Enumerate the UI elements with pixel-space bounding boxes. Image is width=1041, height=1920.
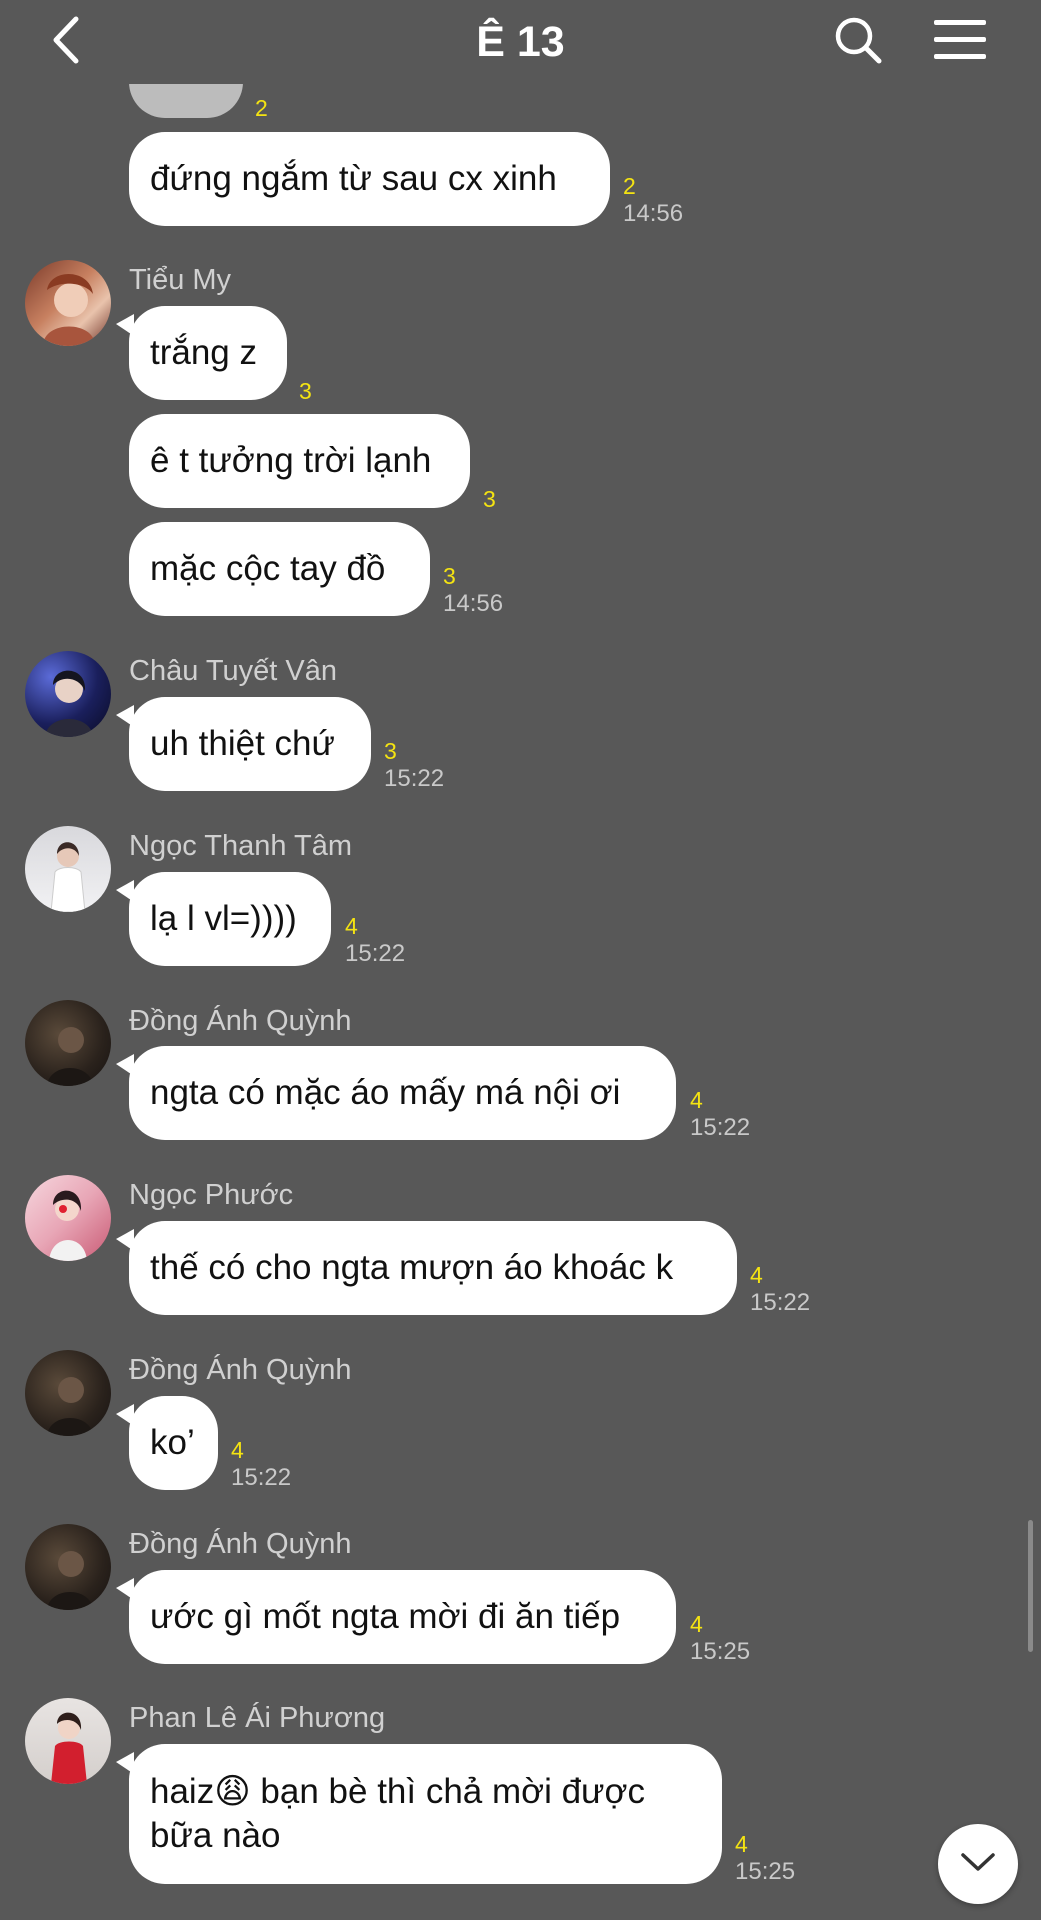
message-meta: 2 (255, 95, 268, 122)
bubble-tail (116, 1578, 134, 1600)
message-bubble[interactable]: haiz😩 bạn bè thì chả mời được bữa nào (116, 1744, 722, 1884)
read-count: 4 (735, 1831, 748, 1857)
bubble-tail (116, 880, 134, 902)
avatar[interactable] (25, 651, 111, 737)
message-text: mặc cộc tay đồ (150, 549, 386, 588)
message-time: 15:22 (750, 1289, 811, 1316)
message-time: 14:56 (443, 590, 504, 617)
message-meta: 4 15:22 (345, 913, 405, 968)
read-count: 4 (690, 1611, 703, 1637)
avatar[interactable] (25, 826, 111, 912)
message-time: 15:22 (384, 765, 445, 792)
scrollbar[interactable] (1028, 1520, 1033, 1652)
message-meta: 3 15:22 (384, 738, 444, 793)
message-meta: 3 14:56 (443, 563, 503, 618)
message-meta: 4 15:25 (735, 1831, 795, 1886)
bubble-tail (116, 1404, 134, 1426)
avatar[interactable] (25, 1698, 111, 1784)
search-icon (833, 15, 883, 70)
sender-name: Ngọc Phước (129, 1179, 294, 1211)
sender-name: Tiểu My (129, 264, 232, 296)
avatar[interactable] (25, 1175, 111, 1261)
sender-name: Đồng Ánh Quỳnh (129, 1528, 352, 1560)
message-time: 15:22 (345, 940, 406, 967)
sender-name: Đồng Ánh Quỳnh (129, 1005, 352, 1037)
read-count: 3 (483, 486, 496, 512)
message-time: 15:22 (231, 1464, 292, 1491)
sender-name: Ngọc Thanh Tâm (129, 830, 352, 862)
message-bubble[interactable]: lạ l vl=)))) (116, 872, 331, 966)
message-meta: 4 15:22 (231, 1437, 291, 1492)
message-text: haiz😩 bạn bè thì chả mời được bữa nào (150, 1772, 645, 1855)
message-time: 15:25 (690, 1638, 751, 1665)
avatar[interactable] (25, 1350, 111, 1436)
message-time: 15:25 (735, 1858, 796, 1885)
bubble-tail (116, 705, 134, 727)
message-text: ước gì mốt ngta mời đi ăn tiếp (150, 1597, 621, 1636)
bubble-tail (116, 1229, 134, 1251)
message-text: trắng z (150, 333, 257, 372)
menu-button[interactable] (930, 12, 990, 72)
bubble-tail (116, 1752, 134, 1774)
menu-icon (934, 18, 986, 67)
message-meta: 4 15:25 (690, 1611, 750, 1666)
message-meta: 4 15:22 (750, 1262, 810, 1317)
message-meta: 3 (483, 486, 496, 513)
message-time: 15:22 (690, 1114, 751, 1141)
sender-name: Phan Lê Ái Phương (129, 1702, 386, 1734)
read-count: 3 (384, 738, 397, 764)
read-count: 3 (299, 378, 312, 404)
message-bubble[interactable]: mặc cộc tay đồ (129, 522, 430, 616)
chevron-down-icon (960, 1851, 996, 1878)
message-bubble[interactable]: ngta có mặc áo mấy má nội ơi (116, 1046, 676, 1140)
message-bubble[interactable]: ước gì mốt ngta mời đi ăn tiếp (116, 1570, 676, 1664)
message-bubble[interactable]: đứng ngắm từ sau cx xinh (129, 132, 610, 226)
read-count: 4 (345, 913, 358, 939)
bubble-tail (116, 1054, 134, 1076)
read-count: 2 (255, 95, 268, 121)
read-count: 4 (231, 1437, 244, 1463)
sender-name: Đồng Ánh Quỳnh (129, 1354, 352, 1386)
message-meta: 3 (299, 378, 312, 405)
bubble-tail (116, 314, 134, 336)
read-count: 3 (443, 563, 456, 589)
message-text: thế có cho ngta mượn áo khoác k (150, 1248, 674, 1287)
read-count: 4 (750, 1262, 763, 1288)
message-time: 14:56 (623, 200, 684, 227)
message-meta: 4 15:22 (690, 1087, 750, 1142)
chat-header: Ê 13 (0, 0, 1041, 84)
message-bubble[interactable]: thế có cho ngta mượn áo khoác k (116, 1221, 737, 1315)
message-bubble[interactable]: ko’ (116, 1396, 218, 1490)
avatar[interactable] (25, 1000, 111, 1086)
avatar[interactable] (25, 260, 111, 346)
message-text: ê t tưởng trời lạnh (150, 441, 432, 480)
message-text: ko’ (150, 1423, 195, 1462)
read-count: 4 (690, 1087, 703, 1113)
message-bubble[interactable]: uh thiệt chứ (116, 697, 371, 791)
message-text: lạ l vl=)))) (150, 899, 297, 938)
message-text: ngta có mặc áo mấy má nội ơi (150, 1073, 621, 1112)
message-text: uh thiệt chứ (150, 724, 335, 763)
read-count: 2 (623, 173, 636, 199)
message-bubble[interactable]: ê t tưởng trời lạnh (129, 414, 470, 508)
message-list[interactable]: dme 2 đứng ngắm từ sau cx xinh 2 14:56 T… (0, 0, 1041, 1920)
message-meta: 2 14:56 (623, 173, 683, 228)
search-button[interactable] (828, 12, 888, 72)
scroll-down-button[interactable] (938, 1824, 1018, 1904)
avatar[interactable] (25, 1524, 111, 1610)
sender-name: Châu Tuyết Vân (129, 655, 337, 687)
message-text: đứng ngắm từ sau cx xinh (150, 159, 557, 198)
message-bubble[interactable]: trắng z (116, 306, 287, 400)
